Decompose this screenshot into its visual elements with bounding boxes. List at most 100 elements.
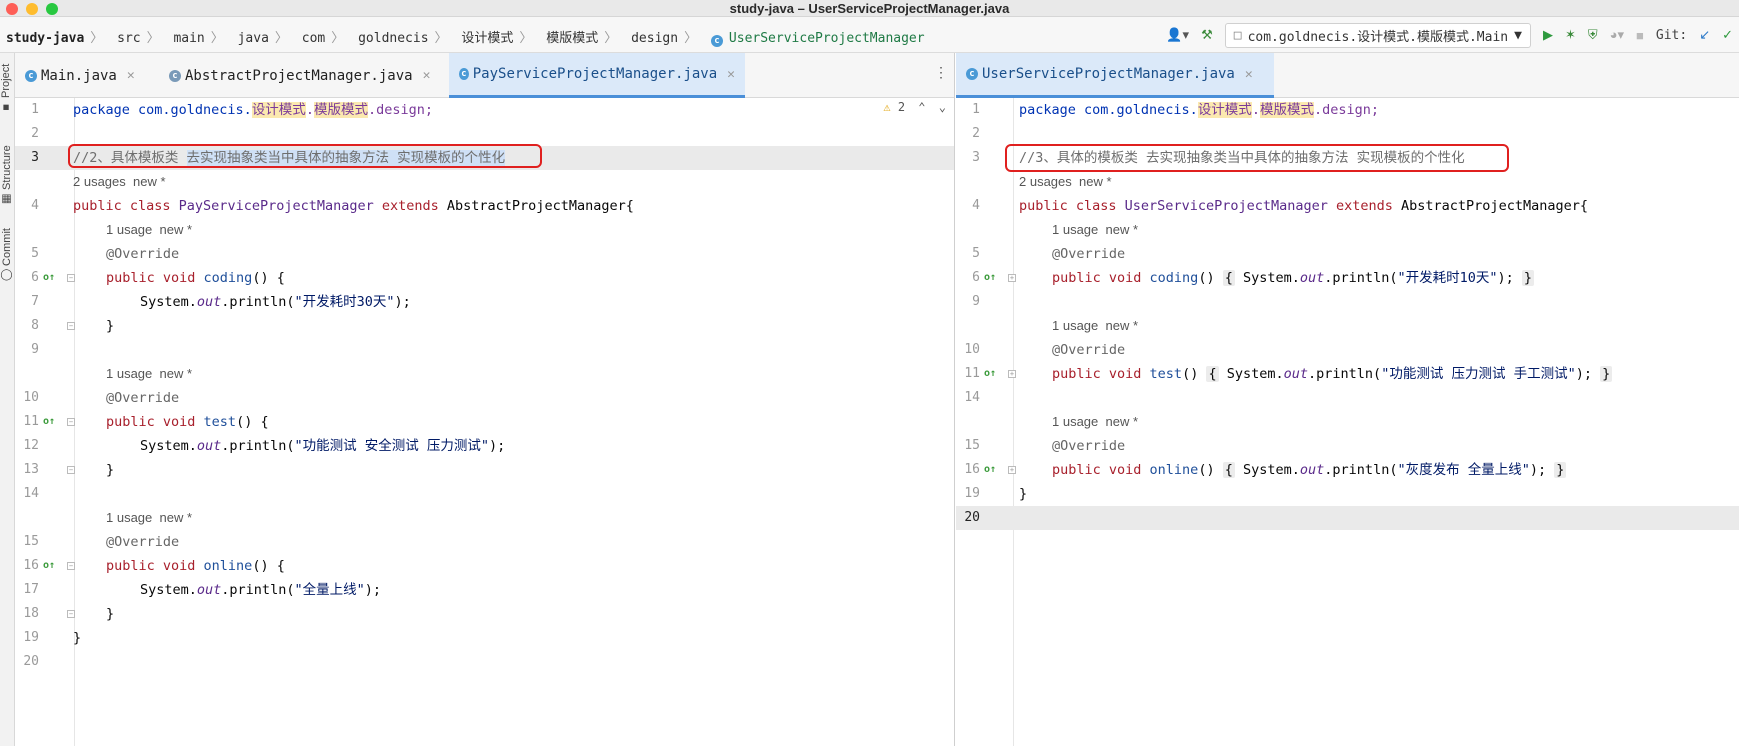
override-gutter-icon[interactable]: o↑ — [984, 362, 996, 386]
fold-icon[interactable]: − — [67, 322, 75, 330]
field-name: out — [1283, 366, 1309, 382]
folded-brace[interactable]: { — [1222, 462, 1235, 478]
stop-icon[interactable]: ■ — [1636, 28, 1644, 43]
fold-icon[interactable]: − — [67, 274, 75, 282]
maximize-window-button[interactable] — [46, 3, 58, 15]
tab-abstract-project-manager[interactable]: c AbstractProjectManager.java ✕ — [159, 53, 447, 98]
annotation: @Override — [1052, 438, 1126, 454]
fold-icon[interactable]: − — [67, 562, 75, 570]
tool-window-strip: ■ Project ▦ Structure ◯ Commit — [0, 53, 15, 746]
usages-hint[interactable]: 1 usage new * — [106, 362, 192, 386]
annotation: @Override — [1052, 342, 1126, 358]
usages-hint[interactable]: 1 usage new * — [106, 218, 192, 242]
annotation: @Override — [106, 246, 180, 262]
run-configuration-label: com.goldnecis.设计模式.模版模式.Main — [1247, 29, 1509, 45]
line-number: 9 — [31, 342, 39, 357]
breadcrumb-item[interactable]: 设计模式 — [461, 31, 513, 46]
tab-user-service-project-manager[interactable]: c UserServiceProjectManager.java ✕ — [956, 53, 1274, 98]
usages-hint[interactable]: 1 usage new * — [1052, 410, 1138, 434]
build-hammer-icon[interactable]: ⚒ — [1201, 27, 1213, 43]
keyword: extends — [373, 198, 447, 214]
code-editor[interactable]: ⚠ 2 ⌃ ⌄ 1 package com.goldnecis.设计模式.模版模… — [15, 98, 954, 746]
folded-brace[interactable]: } — [1554, 462, 1567, 478]
code-line-current: 20 — [956, 506, 1739, 530]
usages-hint[interactable]: 1 usage new * — [1052, 218, 1138, 242]
code-line: 1 usage new * — [956, 218, 1739, 242]
folded-brace[interactable]: { — [1206, 366, 1219, 382]
breadcrumb-item[interactable]: main — [173, 31, 204, 46]
close-icon[interactable]: ✕ — [727, 67, 735, 82]
override-gutter-icon[interactable]: o↑ — [43, 266, 55, 290]
fold-icon[interactable]: − — [67, 610, 75, 618]
code-line: 16 o↑ − public void online() { — [15, 554, 954, 578]
coverage-icon[interactable]: ⛨ — [1588, 27, 1598, 43]
more-tabs-icon[interactable]: ⋮ — [934, 65, 948, 81]
fold-icon[interactable]: − — [67, 418, 75, 426]
usages-hint[interactable]: 1 usage new * — [1052, 314, 1138, 338]
code-line: 1 usage new * — [956, 314, 1739, 338]
code-line: 11 o↑ − public void test() { — [15, 410, 954, 434]
run-configuration-select[interactable]: □ com.goldnecis.设计模式.模版模式.Main ▼ — [1224, 22, 1531, 48]
code-line: 2 — [956, 122, 1739, 146]
breadcrumb-item[interactable]: goldnecis — [358, 31, 428, 46]
tab-label: PayServiceProjectManager.java — [472, 66, 718, 82]
closing-brace: } — [73, 630, 82, 646]
closing-brace: } — [106, 606, 115, 622]
structure-tool-button[interactable]: ▦ Structure — [0, 138, 15, 213]
code-line: 15 @Override — [15, 530, 954, 554]
structure-icon: ▦ — [1, 192, 13, 206]
override-gutter-icon[interactable]: o↑ — [43, 410, 55, 434]
close-icon[interactable]: ✕ — [1245, 67, 1253, 82]
fold-icon[interactable]: + — [1008, 274, 1016, 282]
minimize-window-button[interactable] — [26, 3, 38, 15]
code-line: 12 System.out.println("功能测试 安全测试 压力测试"); — [15, 434, 954, 458]
punctuation: ); — [364, 582, 381, 598]
run-icon[interactable]: ▶ — [1543, 27, 1553, 43]
code-editor[interactable]: 1 package com.goldnecis.设计模式.模版模式.design… — [956, 98, 1739, 746]
class-icon: c — [966, 68, 978, 80]
debug-bug-icon[interactable]: ✶ — [1565, 27, 1576, 43]
abstract-class-icon: c — [169, 69, 181, 82]
breadcrumb-item[interactable]: java — [238, 31, 269, 46]
usages-hint[interactable]: 2 usages new * — [73, 170, 166, 194]
tab-pay-service-project-manager[interactable]: c PayServiceProjectManager.java ✕ — [449, 53, 745, 98]
git-commit-check-icon[interactable]: ✓ — [1722, 27, 1733, 43]
close-icon[interactable]: ✕ — [423, 68, 431, 83]
highlight-annotation-box — [68, 144, 542, 168]
project-tool-button[interactable]: ■ Project — [0, 59, 15, 117]
breadcrumb-item[interactable]: UserServiceProjectManager — [729, 31, 925, 46]
override-gutter-icon[interactable]: o↑ — [984, 458, 996, 482]
usages-hint[interactable]: 2 usages new * — [1019, 170, 1112, 194]
closing-brace: } — [1019, 486, 1028, 502]
field-name: out — [196, 582, 222, 598]
class-name: PayServiceProjectManager — [178, 198, 374, 214]
folded-brace[interactable]: } — [1521, 270, 1535, 286]
git-update-arrow-icon[interactable]: ↙ — [1699, 27, 1710, 43]
breadcrumb-item[interactable]: design — [631, 31, 678, 46]
override-gutter-icon[interactable]: o↑ — [43, 554, 55, 578]
fold-icon[interactable]: + — [1008, 466, 1016, 474]
identifier: System. — [1234, 270, 1300, 286]
line-number: 19 — [964, 486, 980, 501]
breadcrumb-item[interactable]: 模版模式 — [546, 31, 598, 46]
project-label: Project — [0, 63, 12, 98]
breadcrumb-item[interactable]: study-java — [6, 31, 84, 46]
profiler-icon[interactable]: ◕▾ — [1610, 27, 1624, 43]
line-number: 16 — [964, 462, 980, 477]
tab-main-java[interactable]: c Main.java ✕ — [15, 53, 157, 98]
breadcrumb-item[interactable]: com — [302, 31, 325, 46]
fold-icon[interactable]: − — [67, 466, 75, 474]
close-icon[interactable]: ✕ — [127, 68, 135, 83]
identifier: System. — [140, 438, 197, 454]
breadcrumb-item[interactable]: src — [117, 31, 140, 46]
keyword: public void — [106, 558, 204, 574]
folded-brace[interactable]: } — [1600, 366, 1613, 382]
usages-hint[interactable]: 1 usage new * — [106, 506, 192, 530]
override-gutter-icon[interactable]: o↑ — [984, 266, 996, 290]
commit-tool-button[interactable]: ◯ Commit — [0, 228, 15, 283]
code-line: 1 usage new * — [15, 218, 954, 242]
folded-brace[interactable]: { — [1222, 270, 1235, 286]
user-icon[interactable]: 👤▾ — [1166, 27, 1189, 43]
close-window-button[interactable] — [6, 3, 18, 15]
fold-icon[interactable]: + — [1008, 370, 1016, 378]
